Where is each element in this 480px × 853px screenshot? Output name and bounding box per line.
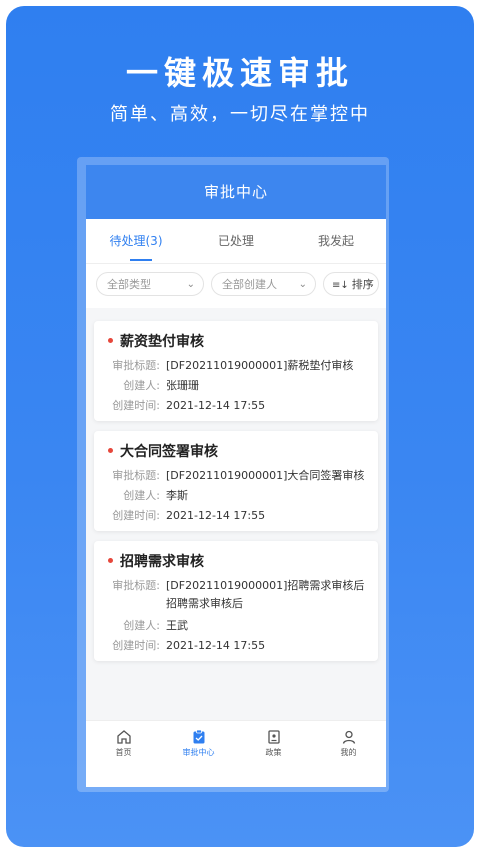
unread-dot-icon: [108, 448, 113, 453]
card-created-at: 2021-12-14 17:55: [166, 399, 266, 412]
tab-initiated[interactable]: 我发起: [286, 219, 386, 263]
field-label: 创建人:: [123, 379, 160, 392]
field-label: 创建人:: [123, 619, 160, 632]
nav-home[interactable]: 首页: [86, 721, 161, 787]
unread-dot-icon: [108, 558, 113, 563]
sort-label: 排序: [351, 278, 374, 291]
approval-card[interactable]: 招聘需求审核 审批标题: [DF20211019000001]招聘需求审核后招聘…: [94, 541, 378, 661]
nav-profile-label: 我的: [340, 748, 357, 757]
card-subject: [DF20211019000001]大合同签署审核: [166, 469, 365, 482]
approval-card[interactable]: 大合同签署审核 审批标题: [DF20211019000001]大合同签署审核 …: [94, 431, 378, 531]
approval-icon: [193, 729, 204, 744]
card-created-at: 2021-12-14 17:55: [166, 509, 266, 522]
promo-subline: 简单、高效，一切尽在掌控中: [110, 104, 370, 125]
tab-pending[interactable]: 待处理(3): [86, 219, 186, 263]
policy-icon: [267, 730, 280, 744]
field-label: 审批标题:: [112, 359, 160, 372]
approval-card[interactable]: 薪资垫付审核 审批标题: [DF20211019000001]薪税垫付审核 创建…: [94, 321, 378, 421]
profile-icon: [342, 730, 355, 744]
nav-policy[interactable]: 政策: [236, 721, 311, 787]
field-label: 审批标题:: [112, 469, 160, 482]
tab-bar: 待处理(3) 已处理 我发起: [86, 219, 386, 263]
sort-icon: ≡↓: [332, 280, 349, 291]
promo-headline: 一键极速审批: [125, 54, 354, 92]
app-screen: 审批中心 待处理(3) 已处理 我发起 全部类型 ⌄ 全部创建人 ⌄ ≡↓ 排序 …: [86, 165, 386, 787]
card-creator: 王武: [166, 619, 188, 632]
card-created-at: 2021-12-14 17:55: [166, 639, 266, 652]
card-creator: 张珊珊: [166, 379, 199, 392]
card-title: 招聘需求审核: [120, 554, 204, 570]
card-subject: [DF20211019000001]薪税垫付审核: [166, 359, 354, 372]
field-label: 审批标题:: [112, 579, 160, 592]
home-icon: [116, 730, 131, 744]
card-subject: [DF20211019000001]招聘需求审核后招聘需求审核后: [166, 579, 365, 610]
creator-filter-dropdown[interactable]: 全部创建人 ⌄: [211, 272, 316, 296]
nav-profile[interactable]: 我的: [311, 721, 386, 787]
nav-approval-center-label: 审批中心: [182, 748, 215, 757]
type-filter-dropdown[interactable]: 全部类型 ⌄: [96, 272, 204, 296]
type-filter-label: 全部类型: [107, 278, 151, 291]
field-label: 创建人:: [123, 489, 160, 502]
tab-processed[interactable]: 已处理: [186, 219, 286, 263]
card-title: 大合同签署审核: [120, 444, 218, 460]
field-label: 创建时间:: [112, 639, 160, 652]
page-title: 审批中心: [86, 165, 386, 219]
nav-approval-center[interactable]: 审批中心: [161, 721, 236, 787]
card-title: 薪资垫付审核: [120, 334, 204, 350]
active-tab-indicator: [130, 259, 152, 261]
field-label: 创建时间:: [112, 509, 160, 522]
card-creator: 李斯: [166, 489, 188, 502]
bottom-nav: 首页 审批中心 政策 我的: [86, 720, 386, 787]
field-label: 创建时间:: [112, 399, 160, 412]
unread-dot-icon: [108, 338, 113, 343]
sort-button[interactable]: ≡↓ 排序: [323, 272, 379, 296]
chevron-down-icon: ⌄: [186, 279, 195, 290]
nav-policy-label: 政策: [265, 748, 282, 757]
chevron-down-icon: ⌄: [298, 279, 307, 290]
creator-filter-label: 全部创建人: [222, 278, 277, 291]
nav-home-label: 首页: [115, 748, 132, 757]
filter-bar: 全部类型 ⌄ 全部创建人 ⌄ ≡↓ 排序: [86, 263, 386, 308]
